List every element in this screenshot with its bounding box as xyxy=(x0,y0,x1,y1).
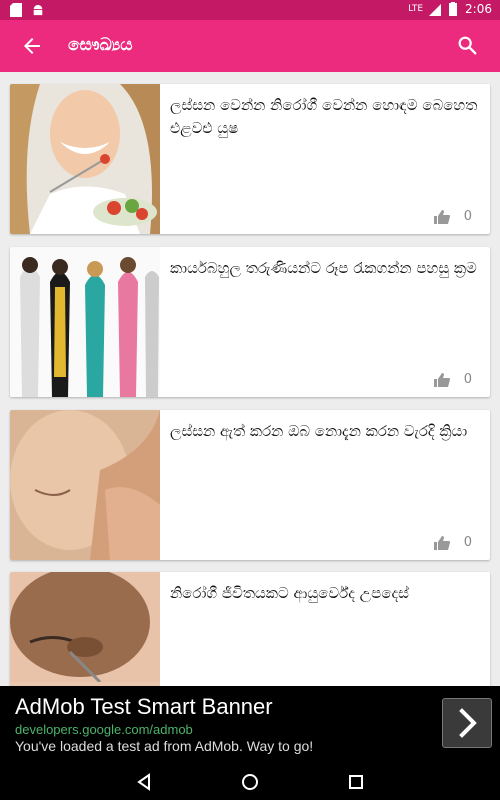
nav-recents-icon[interactable] xyxy=(344,770,368,794)
ad-description: You've loaded a test ad from AdMob. Way … xyxy=(15,738,314,754)
article-title[interactable]: කාර්යබහුල තරුණියන්ට රූප රැකගන්න පහසු ක්‍… xyxy=(170,257,480,280)
like-counter[interactable]: 0 xyxy=(433,535,472,550)
signal-icon xyxy=(429,4,442,16)
article-card[interactable]: ලස්සන වෙන්න නිරෝගී වෙන්න හොඳම බෙහෙත එළවළ… xyxy=(10,84,490,234)
article-title[interactable]: ලස්සන වෙන්න නිරෝගී වෙන්න හොඳම බෙහෙත එළවළ… xyxy=(170,94,480,140)
app-bar: සෞඛ්‍යය xyxy=(0,20,500,72)
like-count: 0 xyxy=(463,209,472,224)
like-count: 0 xyxy=(463,372,472,387)
nav-back-icon[interactable] xyxy=(132,770,156,794)
search-icon[interactable] xyxy=(456,34,478,56)
thumbs-up-icon[interactable] xyxy=(433,372,450,387)
battery-icon xyxy=(449,2,458,16)
ad-title[interactable]: AdMob Test Smart Banner xyxy=(15,694,273,720)
status-bar: LTE 2:06 xyxy=(0,0,500,20)
page-title: සෞඛ්‍යය xyxy=(68,35,133,55)
article-title[interactable]: ලස්සන ඇත් කරන ඔබ නොදැන කරන වැරදි ක්‍රියා xyxy=(170,420,480,443)
ad-url[interactable]: developers.google.com/admob xyxy=(15,722,193,737)
article-thumbnail xyxy=(10,84,160,234)
clock: 2:06 xyxy=(465,2,492,16)
sd-card-icon xyxy=(10,3,22,17)
article-thumbnail xyxy=(10,247,160,397)
chevron-right-icon xyxy=(459,708,477,738)
article-title[interactable]: නිරෝගී ජීවිතයකට ආයුර්වේද උපදෙස් xyxy=(170,582,480,605)
back-arrow-icon[interactable] xyxy=(20,34,44,58)
like-count: 0 xyxy=(463,535,472,550)
network-type: LTE xyxy=(408,4,424,14)
article-card[interactable]: ලස්සන ඇත් කරන ඔබ නොදැන කරන වැරදි ක්‍රියා… xyxy=(10,410,490,560)
like-counter[interactable]: 0 xyxy=(433,372,472,387)
system-nav-bar xyxy=(0,764,500,800)
article-thumbnail xyxy=(10,410,160,560)
thumbs-up-icon[interactable] xyxy=(433,535,450,550)
article-list[interactable]: ලස්සන වෙන්න නිරෝගී වෙන්න හොඳම බෙහෙත එළවළ… xyxy=(0,72,500,686)
article-thumbnail xyxy=(10,572,160,686)
article-card[interactable]: නිරෝගී ජීවිතයකට ආයුර්වේද උපදෙස් xyxy=(10,572,490,686)
ad-banner[interactable]: AdMob Test Smart Banner developers.googl… xyxy=(0,686,500,764)
like-counter[interactable]: 0 xyxy=(433,209,472,224)
nav-home-icon[interactable] xyxy=(238,770,262,794)
ad-open-button[interactable] xyxy=(442,698,492,748)
android-icon xyxy=(33,4,43,16)
article-card[interactable]: කාර්යබහුල තරුණියන්ට රූප රැකගන්න පහසු ක්‍… xyxy=(10,247,490,397)
thumbs-up-icon[interactable] xyxy=(433,209,450,224)
